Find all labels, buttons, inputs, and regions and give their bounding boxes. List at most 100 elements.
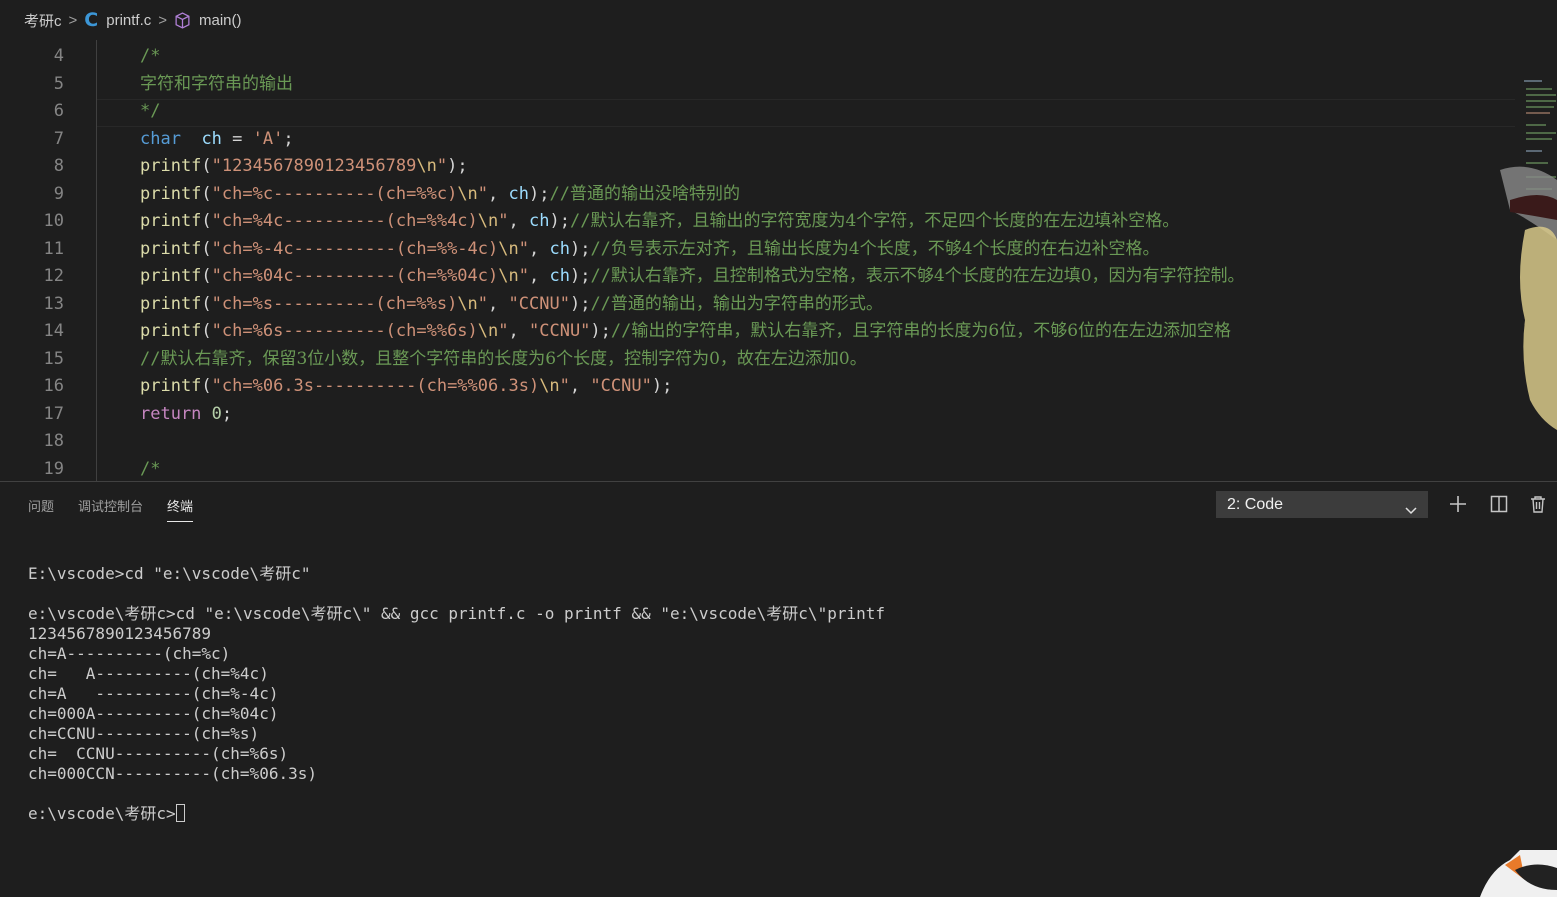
- terminal-line: e:\vscode\考研c>cd "e:\vscode\考研c\" && gcc…: [28, 604, 885, 623]
- terminal-select-value: 2: Code: [1227, 496, 1284, 513]
- new-terminal-button[interactable]: [1446, 492, 1470, 516]
- code-token: (: [201, 183, 212, 204]
- code-token: char: [140, 128, 181, 149]
- code-token: printf: [140, 266, 202, 286]
- code-token: );: [590, 321, 611, 341]
- breadcrumb-folder[interactable]: 考研c: [24, 10, 62, 31]
- code-token: printf: [140, 156, 202, 176]
- code-token: "CCNU": [590, 376, 652, 396]
- code-token: 'A': [252, 128, 284, 149]
- code-token: 默认右靠齐，保留3位小数，且整个字符串的长度为6个长度，控制字符为0，故在左边添…: [160, 348, 867, 369]
- code-line[interactable]: 7 char ch = 'A';: [0, 126, 1515, 153]
- chevron-right-icon: >: [68, 11, 78, 29]
- tab-terminal[interactable]: 终端: [167, 496, 194, 522]
- trash-icon: [1531, 496, 1545, 513]
- code-token: (: [201, 376, 212, 396]
- code-line[interactable]: 9 printf("ch=%c----------(ch=%%c)\n", ch)…: [0, 181, 1515, 208]
- terminal-select[interactable]: 2: Code: [1216, 491, 1428, 518]
- code-token: 普通的输出没啥特别的: [569, 183, 740, 204]
- split-terminal-button[interactable]: [1487, 492, 1511, 516]
- code-token: ,: [508, 211, 529, 231]
- terminal-output[interactable]: E:\vscode>cd "e:\vscode\考研c" e:\vscode\考…: [28, 564, 885, 824]
- code-token: 默认右靠齐，且控制格式为空格，表示不够4个长度的在左边填0，因为有字符控制。: [610, 266, 1245, 286]
- code-token: 字符和字符串的输出: [140, 73, 293, 94]
- code-token: (: [201, 321, 212, 341]
- code-line[interactable]: 17 return 0;: [0, 401, 1515, 428]
- chevron-down-icon: [1405, 499, 1417, 524]
- code-token: 普通的输出，输出为字符串的形式。: [610, 293, 883, 314]
- chevron-right-icon: >: [158, 11, 168, 29]
- code-text: char ch = 'A';: [140, 126, 294, 153]
- code-token: (: [201, 156, 212, 176]
- code-token: );: [569, 293, 591, 314]
- code-line[interactable]: 6 */: [0, 98, 1515, 125]
- line-number: 12: [43, 266, 64, 286]
- code-token: =: [221, 128, 253, 149]
- terminal-line: ch=000CCN----------(ch=%06.3s): [28, 764, 317, 783]
- code-line[interactable]: 14 printf("ch=%6s----------(ch=%%6s)\n", …: [0, 318, 1515, 345]
- code-line[interactable]: 18: [0, 428, 1515, 455]
- breadcrumb-symbol[interactable]: main(): [199, 12, 242, 29]
- code-token: );: [549, 211, 570, 231]
- code-token: return: [140, 403, 202, 424]
- code-token: //: [569, 211, 591, 231]
- terminal-line: ch=A----------(ch=%c): [28, 644, 231, 663]
- code-text: //默认右靠齐，保留3位小数，且整个字符串的长度为6个长度，控制字符为0，故在左…: [140, 346, 867, 373]
- tab-problems[interactable]: 问题: [28, 496, 54, 522]
- code-text: printf("ch=%4c----------(ch=%%4c)\n", ch…: [140, 208, 1179, 235]
- code-line[interactable]: 4 /*: [0, 43, 1515, 70]
- code-token: ch: [508, 183, 530, 204]
- code-line[interactable]: 10 printf("ch=%4c----------(ch=%%4c)\n", …: [0, 208, 1515, 235]
- code-editor[interactable]: 4/* 5 字符和字符串的输出 6 */7 char ch = 'A'; 8 printf("…: [0, 40, 1557, 481]
- code-line[interactable]: 12 printf("ch=%04c----------(ch=%%04c)\n"…: [0, 263, 1515, 290]
- code-token: ,: [569, 376, 591, 396]
- code-token: \n: [498, 238, 519, 259]
- code-token: ,: [488, 183, 509, 204]
- code-token: ch: [549, 266, 570, 286]
- code-line[interactable]: 15 //默认右靠齐，保留3位小数，且整个字符串的长度为6个长度，控制字符为0，故…: [0, 346, 1515, 373]
- breadcrumb-file[interactable]: printf.c: [106, 12, 151, 29]
- code-text: printf("ch=%6s----------(ch=%%6s)\n", "C…: [140, 318, 1231, 345]
- code-text: printf("1234567890123456789\n");: [140, 153, 468, 180]
- line-number: 19: [43, 458, 64, 479]
- code-text: */: [140, 98, 160, 125]
- line-number: 6: [53, 101, 64, 121]
- code-line[interactable]: 13 printf("ch=%s----------(ch=%%s)\n", "C…: [0, 291, 1515, 318]
- code-token: \n: [457, 183, 478, 204]
- kill-terminal-button[interactable]: [1526, 492, 1550, 516]
- code-token: \n: [457, 293, 478, 314]
- code-text: printf("ch=%06.3s----------(ch=%%06.3s)\…: [140, 373, 672, 400]
- line-number: 8: [53, 156, 64, 176]
- line-number: 10: [43, 211, 64, 231]
- code-token: "CCNU": [529, 321, 591, 341]
- c-language-icon: C: [84, 9, 99, 31]
- code-token: ": [477, 293, 489, 314]
- code-token: \n: [498, 266, 519, 286]
- code-line[interactable]: 19 /*: [0, 456, 1515, 482]
- terminal-line: ch=A ----------(ch=%-4c): [28, 684, 279, 703]
- code-text: 字符和字符串的输出: [140, 71, 293, 98]
- line-number: 16: [43, 376, 64, 396]
- mascot-corner-decoration: [1480, 850, 1557, 897]
- code-token: );: [529, 183, 550, 204]
- code-text: printf("ch=%-4c----------(ch=%%-4c)\n", …: [140, 236, 1160, 263]
- code-token: );: [569, 238, 591, 259]
- code-line[interactable]: 5 字符和字符串的输出: [0, 71, 1515, 98]
- code-token: ": [498, 211, 509, 231]
- code-token: );: [447, 156, 468, 176]
- tab-debug-console[interactable]: 调试控制台: [78, 496, 143, 522]
- plus-icon: [1450, 496, 1466, 512]
- code-token: //: [610, 321, 632, 341]
- code-token: "CCNU": [508, 293, 570, 314]
- code-text: printf("ch=%c----------(ch=%%c)\n", ch);…: [140, 181, 740, 208]
- code-token: ch: [549, 238, 570, 259]
- code-line[interactable]: 11 printf("ch=%-4c----------(ch=%%-4c)\n"…: [0, 236, 1515, 263]
- line-number: 11: [43, 238, 64, 259]
- code-token: ;: [221, 403, 233, 424]
- code-line[interactable]: 16 printf("ch=%06.3s----------(ch=%%06.3s…: [0, 373, 1515, 400]
- code-token: /*: [140, 458, 161, 479]
- code-line[interactable]: 8 printf("1234567890123456789\n");: [0, 153, 1515, 180]
